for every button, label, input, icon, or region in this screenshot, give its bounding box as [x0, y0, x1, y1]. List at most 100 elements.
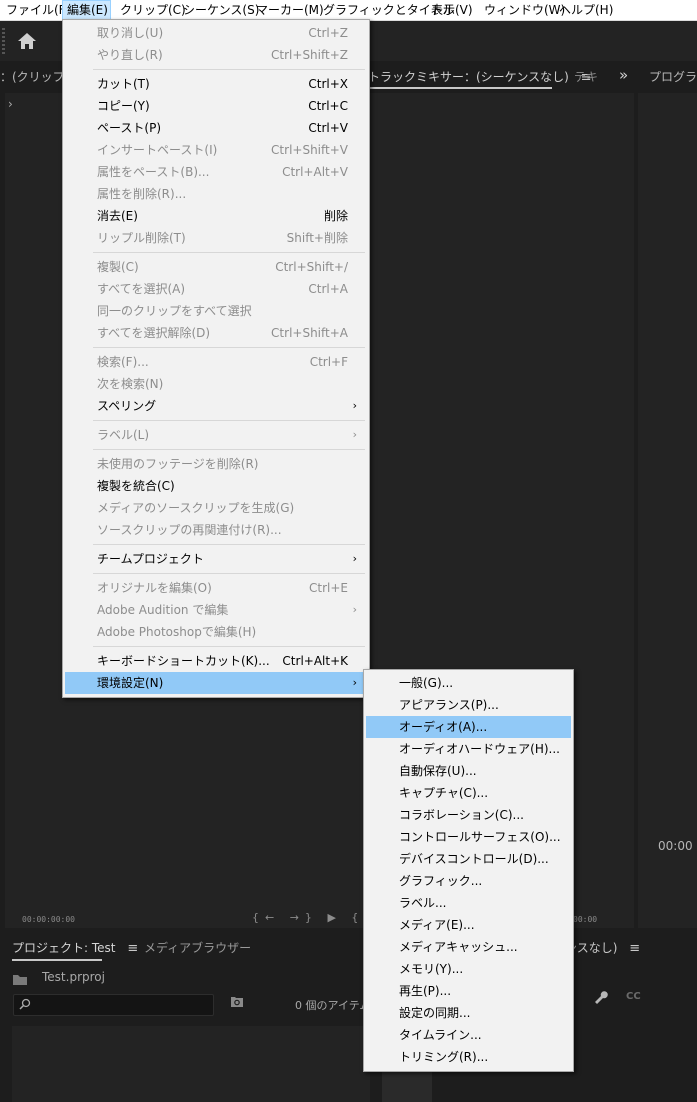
- menu-item-label: 環境設定(N): [97, 676, 164, 690]
- menu-item-label: 複製を統合(C): [97, 479, 175, 493]
- menu-marker[interactable]: マーカー(M): [252, 0, 328, 20]
- preferences-menu-item[interactable]: 再生(P)...: [366, 980, 571, 1002]
- preferences-menu-item[interactable]: タイムライン...: [366, 1024, 571, 1046]
- menu-item-label: トリミング(R)...: [399, 1050, 489, 1064]
- menu-item-shortcut: Ctrl+V: [308, 121, 348, 135]
- mark-out-icon[interactable]: →}: [290, 911, 318, 924]
- menu-item-label: 属性をペースト(B)...: [97, 165, 210, 179]
- preferences-menu-item[interactable]: メディアキャッシュ...: [366, 936, 571, 958]
- preferences-menu-item[interactable]: 設定の同期...: [366, 1002, 571, 1024]
- preferences-menu-item[interactable]: トリミング(R)...: [366, 1046, 571, 1068]
- menu-item-label: オーディオ(A)...: [399, 720, 488, 734]
- edit-menu-item: 検索(F)... Ctrl+F: [65, 351, 367, 373]
- menu-separator: [93, 347, 365, 348]
- edit-menu-item[interactable]: チームプロジェクト ›: [65, 548, 367, 570]
- menu-item-shortcut: Ctrl+C: [308, 99, 348, 113]
- home-icon[interactable]: [16, 31, 38, 51]
- source-tab[interactable]: ：(クリップ: [0, 63, 65, 91]
- edit-menu-item[interactable]: キーボードショートカット(K)... Ctrl+Alt+K: [65, 650, 367, 672]
- text-tab[interactable]: テキ: [574, 63, 598, 91]
- menu-help[interactable]: ヘルプ(H): [555, 0, 617, 20]
- find-bin-icon[interactable]: [230, 996, 244, 1008]
- menu-item-label: タイムライン...: [399, 1028, 482, 1042]
- play-icon[interactable]: ▶: [327, 911, 341, 924]
- edit-menu-item: 属性をペースト(B)... Ctrl+Alt+V: [65, 161, 367, 183]
- source-timecode: 00:00:00:00: [22, 915, 75, 924]
- preferences-menu-item[interactable]: 自動保存(U)...: [366, 760, 571, 782]
- menu-item-label: Adobe Photoshopで編集(H): [97, 625, 257, 639]
- menu-item-label: 再生(P)...: [399, 984, 452, 998]
- edit-menu-item[interactable]: ペースト(P) Ctrl+V: [65, 117, 367, 139]
- edit-menu-item[interactable]: 複製を統合(C): [65, 475, 367, 497]
- preferences-menu-item[interactable]: オーディオハードウェア(H)...: [366, 738, 571, 760]
- cc-icon[interactable]: CC: [626, 991, 641, 1002]
- menu-item-label: メディア(E)...: [399, 918, 475, 932]
- wrench-icon[interactable]: [592, 989, 608, 1005]
- mark-in-icon[interactable]: {←: [252, 911, 280, 924]
- edit-menu-item: 複製(C) Ctrl+Shift+/: [65, 256, 367, 278]
- media-browser-tab[interactable]: メディアブラウザー: [144, 934, 251, 962]
- menu-item-label: ソースクリップの再関連付け(R)...: [97, 523, 282, 537]
- preferences-menu-item[interactable]: コントロールサーフェス(O)...: [366, 826, 571, 848]
- preferences-menu-item[interactable]: コラボレーション(C)...: [366, 804, 571, 826]
- submenu-arrow-icon: ›: [352, 552, 357, 565]
- menu-item-label: 複製(C): [97, 260, 139, 274]
- menu-item-shortcut: Ctrl+Shift+/: [275, 260, 348, 274]
- preferences-menu-item[interactable]: ラベル...: [366, 892, 571, 914]
- menu-item-label: Adobe Audition で編集: [97, 603, 229, 617]
- menu-item-label: すべてを選択(A): [97, 282, 186, 296]
- preferences-menu-item[interactable]: アピアランス(P)...: [366, 694, 571, 716]
- menu-item-shortcut: Ctrl+Shift+Z: [271, 48, 348, 62]
- folder-icon: [13, 975, 27, 985]
- menu-separator: [93, 573, 365, 574]
- menu-item-label: コピー(Y): [97, 99, 150, 113]
- project-search-input[interactable]: [13, 994, 214, 1016]
- edit-menu-item: 属性を削除(R)...: [65, 183, 367, 205]
- menu-item-shortcut: Shift+削除: [286, 231, 348, 245]
- expand-arrow-icon[interactable]: ›: [8, 97, 13, 111]
- overflow-chevron-icon[interactable]: »: [619, 61, 628, 89]
- edit-menu-item[interactable]: コピー(Y) Ctrl+C: [65, 95, 367, 117]
- menu-item-label: ペースト(P): [97, 121, 161, 135]
- edit-menu-item: 取り消し(U) Ctrl+Z: [65, 22, 367, 44]
- menu-item-label: 未使用のフッテージを削除(R): [97, 457, 259, 471]
- menu-sequence[interactable]: シーケンス(S): [179, 0, 263, 20]
- project-tab[interactable]: プロジェクト: Test ≡: [12, 934, 138, 962]
- menu-item-label: すべてを選択解除(D): [97, 326, 211, 340]
- edit-menu: 取り消し(U) Ctrl+Z やり直し(R) Ctrl+Shift+Z カット(T) Ct…: [62, 19, 370, 698]
- timeline-tab[interactable]: ンスなし) ≡: [565, 934, 640, 962]
- project-panel: プロジェクト: Test ≡ メディアブラウザー Test.prproj 0 個…: [0, 934, 372, 1102]
- preferences-menu-item[interactable]: グラフィック...: [366, 870, 571, 892]
- menu-item-label: 一般(G)...: [399, 676, 454, 690]
- menu-item-shortcut: Ctrl+Shift+A: [271, 326, 348, 340]
- menu-item-label: インサートペースト(I): [97, 143, 218, 157]
- edit-menu-item: すべてを選択解除(D) Ctrl+Shift+A: [65, 322, 367, 344]
- menu-edit[interactable]: 編集(E): [62, 0, 111, 20]
- preferences-menu-item[interactable]: デバイスコントロール(D)...: [366, 848, 571, 870]
- menu-item-shortcut: Ctrl+Alt+V: [282, 165, 348, 179]
- menu-item-label: オリジナルを編集(O): [97, 581, 212, 595]
- preferences-menu-item[interactable]: メモリ(Y)...: [366, 958, 571, 980]
- preferences-menu-item[interactable]: オーディオ(A)...: [366, 716, 571, 738]
- menu-item-label: チームプロジェクト: [97, 552, 204, 566]
- preferences-menu-item[interactable]: メディア(E)...: [366, 914, 571, 936]
- menu-item-label: コラボレーション(C)...: [399, 808, 524, 822]
- menu-separator: [93, 69, 365, 70]
- edit-menu-item[interactable]: 消去(E) 削除: [65, 205, 367, 227]
- panel-menu-icon[interactable]: ≡: [629, 935, 640, 963]
- edit-menu-item[interactable]: スペリング ›: [65, 395, 367, 417]
- menu-separator: [93, 646, 365, 647]
- edit-menu-item[interactable]: 環境設定(N) ›: [65, 672, 367, 694]
- menu-item-label: 検索(F)...: [97, 355, 149, 369]
- menu-item-label: ラベル...: [399, 896, 447, 910]
- edit-menu-item: 次を検索(N): [65, 373, 367, 395]
- preferences-menu-item[interactable]: キャプチャ(C)...: [366, 782, 571, 804]
- panel-menu-icon[interactable]: ≡: [127, 935, 138, 963]
- project-bin: [12, 1026, 370, 1102]
- menu-view[interactable]: 表示(V): [427, 0, 477, 20]
- drag-grip[interactable]: [2, 28, 5, 54]
- program-monitor: [638, 93, 697, 928]
- preferences-menu-item[interactable]: 一般(G)...: [366, 672, 571, 694]
- program-tab[interactable]: プログラム: [649, 63, 697, 91]
- edit-menu-item[interactable]: カット(T) Ctrl+X: [65, 73, 367, 95]
